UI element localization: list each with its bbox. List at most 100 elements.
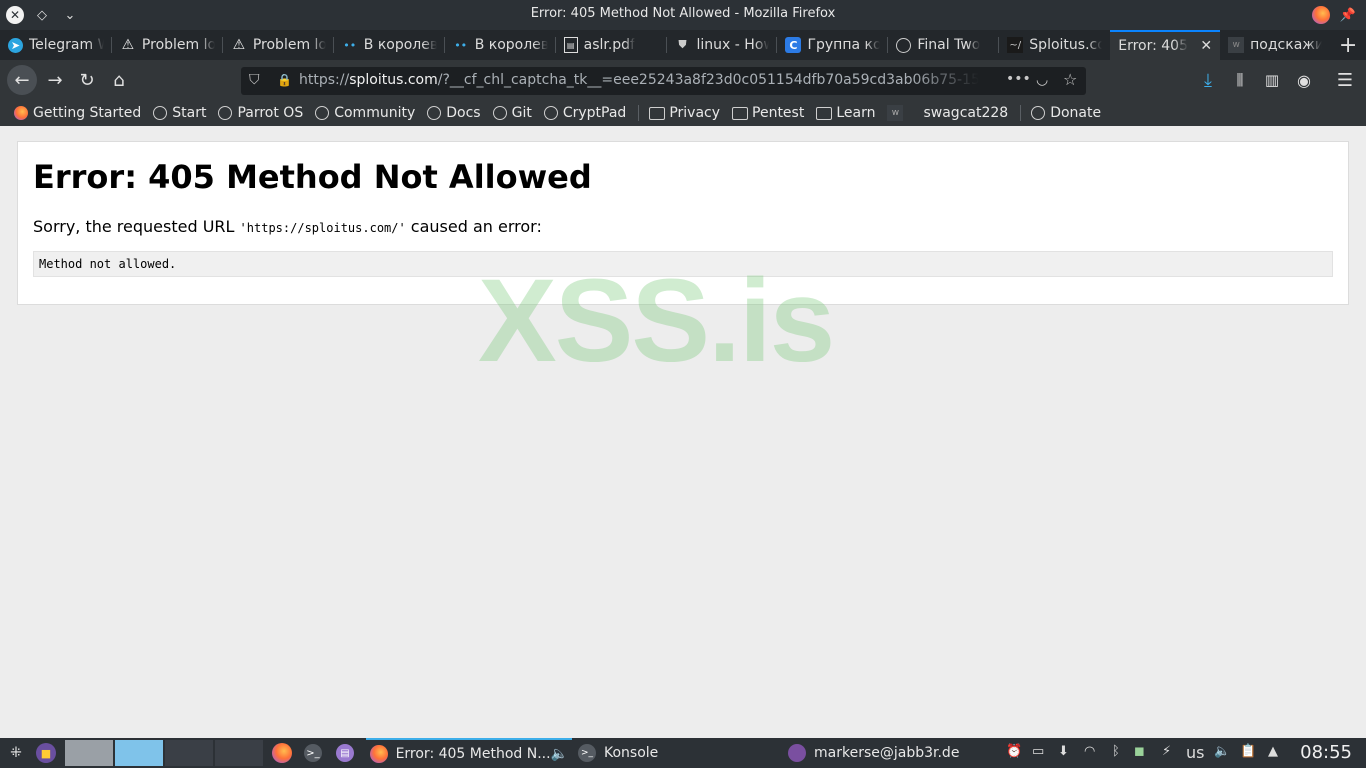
bluetooth-icon[interactable]: ᛒ	[1112, 744, 1120, 759]
watermark: XSS.is	[478, 255, 835, 387]
tab-podskazhite[interactable]: w подскажите	[1220, 30, 1330, 60]
keyboard-layout[interactable]: us	[1186, 743, 1204, 762]
globe-icon	[153, 106, 168, 120]
requested-url: 'https://sploitus.com/'	[239, 221, 406, 235]
bookmark-cryptpad[interactable]: CryptPad	[543, 105, 626, 121]
clipboard-icon[interactable]: 📋	[1240, 744, 1256, 759]
task-firefox[interactable]: Error: 405 Method N... 🔈	[366, 738, 572, 768]
tab-problem-loading-2[interactable]: ⚠ Problem loading	[223, 30, 334, 60]
bookmark-folder-pentest[interactable]: Pentest	[732, 105, 804, 121]
volume-tray-icon[interactable]: 🔈	[1214, 744, 1230, 759]
w-icon: w	[887, 105, 904, 121]
tab-final-two[interactable]: Final Two	[888, 30, 1000, 60]
sploitus-icon: ~/	[1007, 37, 1024, 53]
globe-icon	[543, 106, 558, 120]
wifi-icon[interactable]: ◠	[1084, 744, 1095, 759]
tracking-shield-icon[interactable]: ⛉	[249, 72, 260, 88]
folder-icon	[649, 106, 666, 120]
clock[interactable]: 08:55	[1300, 742, 1352, 763]
tab-linux-how[interactable]: ⛊ linux - How	[667, 30, 778, 60]
bookmark-donate[interactable]: Donate	[1031, 105, 1101, 121]
error-heading: Error: 405 Method Not Allowed	[33, 158, 592, 196]
bookmark-start[interactable]: Start	[153, 105, 206, 121]
volume-icon: 🔈	[550, 746, 568, 762]
w-icon: w	[1228, 37, 1245, 53]
download-tray-icon[interactable]: ⬇	[1058, 744, 1069, 759]
chat-icon	[788, 744, 806, 762]
sidebar-icon[interactable]: ▥	[1258, 66, 1286, 94]
task-konsole[interactable]: >_ Konsole	[578, 738, 778, 768]
firefox-launcher-icon[interactable]	[272, 738, 292, 768]
pdf-icon: ▤	[563, 37, 578, 53]
library-icon[interactable]: ⫼	[1226, 66, 1254, 94]
bookmark-folder-privacy[interactable]: Privacy	[649, 105, 720, 121]
page-content: Error: 405 Method Not Allowed Sorry, the…	[2, 126, 1364, 736]
pin-icon[interactable]: 📌	[1338, 5, 1358, 25]
tab-problem-loading-1[interactable]: ⚠ Problem loading	[112, 30, 223, 60]
bookmark-git[interactable]: Git	[492, 105, 532, 121]
desktop-pager-1[interactable]	[65, 740, 113, 766]
tab-gruppa[interactable]: C Группа ком	[777, 30, 889, 60]
reload-button[interactable]: ↻	[73, 66, 101, 94]
tab-error-405[interactable]: Error: 405 ✕	[1110, 30, 1221, 60]
c-icon: C	[785, 37, 802, 53]
window-titlebar: ✕ ◇ ⌄ Error: 405 Method Not Allowed - Mo…	[0, 0, 1366, 30]
file-manager-icon[interactable]: ■	[36, 738, 58, 768]
bookmark-community[interactable]: Community	[315, 105, 415, 121]
page-actions-icon[interactable]: •••	[1006, 71, 1031, 87]
dots-icon: ••	[454, 38, 468, 52]
warning-icon: ⚠	[121, 37, 135, 53]
tab-sploitus[interactable]: ~/ Sploitus.com	[999, 30, 1110, 60]
bookmark-swagcat228[interactable]: w swagcat228	[887, 105, 1008, 121]
taskbar: ⁜ ■ >_ ▤ Error: 405 Method N... 🔈 >_ Kon…	[0, 738, 1366, 768]
bookmark-folder-learn[interactable]: Learn	[816, 105, 875, 121]
download-icon[interactable]: ⤓	[1194, 66, 1222, 94]
tray-expand-icon[interactable]: ▲	[1268, 744, 1278, 759]
globe-icon	[896, 37, 912, 53]
lock-icon[interactable]: 🔒	[277, 73, 292, 87]
telegram-icon: ➤	[8, 37, 23, 53]
terminal-launcher-icon[interactable]: >_	[304, 738, 322, 768]
globe-icon	[218, 106, 233, 120]
tab-v-korolevstve-2[interactable]: •• В королевстве	[445, 30, 556, 60]
desktop-pager-4[interactable]	[215, 740, 263, 766]
pocket-icon[interactable]: ◡	[1036, 72, 1048, 88]
tab-telegram[interactable]: ➤ Telegram Web	[0, 30, 112, 60]
new-tab-button[interactable]: +	[1330, 30, 1366, 60]
editor-launcher-icon[interactable]: ▤	[336, 738, 354, 768]
chat-tray-icon[interactable]: ◼	[1134, 744, 1145, 759]
close-tab-icon[interactable]: ✕	[1200, 38, 1212, 54]
firefox-icon	[370, 745, 388, 763]
bookmark-parrot-os[interactable]: Parrot OS	[218, 105, 303, 121]
account-icon[interactable]: ◉	[1290, 66, 1318, 94]
warning-icon: ⚠	[232, 37, 246, 53]
url-bar[interactable]: ⛉ 🔒 https://sploitus.com/?__cf_chl_captc…	[241, 67, 1086, 95]
firefox-icon	[14, 106, 28, 120]
url-text[interactable]: https://sploitus.com/?__cf_chl_captcha_t…	[299, 72, 979, 88]
desktop-pager-3[interactable]	[165, 740, 213, 766]
globe-icon	[1031, 106, 1046, 120]
bookmark-getting-started[interactable]: Getting Started	[14, 105, 141, 121]
task-chat[interactable]: markerse@jabb3r.de	[788, 738, 988, 768]
dots-icon: ••	[343, 38, 357, 52]
desktop-pager-2[interactable]	[115, 740, 163, 766]
battery-icon[interactable]: ▭	[1032, 744, 1044, 759]
globe-icon	[492, 106, 507, 120]
back-button[interactable]: ←	[7, 65, 37, 95]
app-launcher-icon[interactable]: ⁜	[6, 738, 26, 768]
terminal-icon: >_	[578, 744, 596, 762]
bookmark-star-icon[interactable]: ☆	[1063, 70, 1077, 89]
forward-button[interactable]: →	[41, 66, 69, 94]
network-icon[interactable]: ⚡	[1162, 744, 1171, 759]
menu-icon[interactable]: ☰	[1331, 66, 1359, 94]
bookmarks-toolbar: Getting Started Start Parrot OS Communit…	[0, 100, 1366, 126]
folder-icon	[732, 106, 749, 120]
tab-aslr-pdf[interactable]: ▤ aslr.pdf	[556, 30, 667, 60]
error-message: Sorry, the requested URL 'https://sploit…	[33, 217, 542, 236]
home-button[interactable]: ⌂	[105, 66, 133, 94]
alarm-icon[interactable]: ⏰	[1006, 744, 1022, 759]
firefox-icon	[1312, 6, 1330, 24]
bookmark-separator	[638, 105, 640, 121]
bookmark-docs[interactable]: Docs	[427, 105, 481, 121]
tab-v-korolevstve-1[interactable]: •• В королевстве	[334, 30, 445, 60]
